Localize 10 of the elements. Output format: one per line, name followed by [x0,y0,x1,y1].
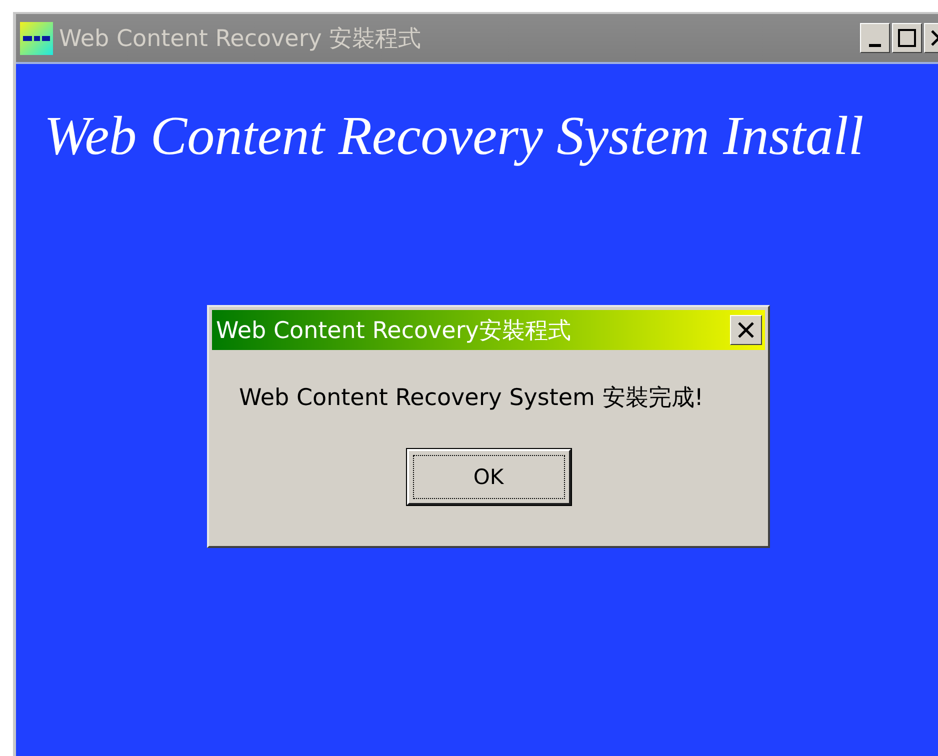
app-icon [20,22,53,54]
dialog-message: Web Content Recovery System 安裝完成! [239,384,704,413]
window-title: Web Content Recovery 安裝程式 [59,24,422,54]
close-button[interactable] [730,315,762,345]
maximize-icon [898,29,916,47]
minimize-icon [869,44,881,46]
ok-button[interactable]: OK [406,449,570,505]
close-icon [736,320,756,340]
install-heading: Web Content Recovery System Install [44,104,865,167]
dialog-title: Web Content Recovery安裝程式 [216,316,572,346]
